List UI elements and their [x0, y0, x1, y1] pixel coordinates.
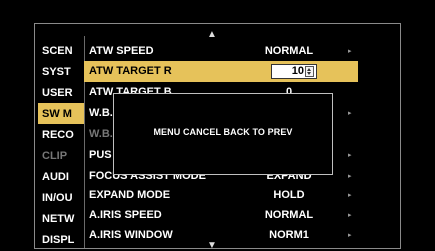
menu-item-a-iris-window-value: NORM1 — [269, 229, 309, 241]
category-system[interactable]: SYST — [42, 62, 84, 83]
menu-item-expand-mode[interactable]: EXPAND MODE — [89, 185, 170, 206]
submenu-arrow-icon: ▸ — [348, 192, 352, 199]
submenu-arrow-icon: ▸ — [348, 173, 352, 180]
scroll-down-arrow-icon[interactable]: ▼ — [206, 241, 218, 251]
submenu-arrow-icon: ▸ — [348, 232, 352, 239]
menu-item-wb[interactable]: W.B. — [89, 103, 113, 124]
menu-item-atw-speed[interactable]: ATW SPEED — [89, 41, 154, 62]
submenu-arrow-icon: ▸ — [348, 152, 352, 159]
value-edit-number: 10 — [291, 65, 304, 77]
menu-item-a-iris-window[interactable]: A.IRIS WINDOW — [89, 225, 173, 246]
category-clip[interactable]: CLIP — [42, 146, 84, 167]
menu-item-a-iris-speed-value: NORMAL — [264, 209, 314, 221]
submenu-arrow-icon: ▸ — [348, 212, 352, 219]
submenu-arrow-icon: ▸ — [348, 48, 352, 55]
up-down-spinner-icon[interactable] — [305, 66, 314, 77]
submenu-arrow-icon: ▸ — [348, 110, 352, 117]
category-network[interactable]: NETW — [42, 209, 84, 230]
scroll-up-arrow-icon[interactable]: ▲ — [206, 30, 218, 40]
menu-item-atw-target-r[interactable]: ATW TARGET R — [89, 61, 172, 82]
menu-item-wb-2[interactable]: W.B. — [89, 124, 113, 145]
category-recording[interactable]: RECO — [42, 125, 84, 146]
category-audio[interactable]: AUDI — [42, 167, 84, 188]
category-display[interactable]: DISPL — [42, 230, 84, 248]
category-in-out[interactable]: IN/OU — [42, 188, 84, 209]
menu-item-push[interactable]: PUS — [89, 145, 112, 166]
menu-item-a-iris-speed[interactable]: A.IRIS SPEED — [89, 205, 162, 226]
category-list: SCEN SYST USER SW M RECO CLIP AUDI IN/OU… — [42, 38, 84, 248]
dialog-message: MENU CANCEL BACK TO PREV — [153, 127, 293, 137]
value-edit-box[interactable]: 10 — [271, 64, 317, 79]
cancel-dialog[interactable]: MENU CANCEL BACK TO PREV — [113, 93, 333, 175]
menu-item-atw-speed-value: NORMAL — [264, 45, 314, 57]
category-scene[interactable]: SCEN — [42, 41, 84, 62]
menu-item-expand-mode-value: HOLD — [273, 189, 305, 201]
category-user[interactable]: USER — [42, 83, 84, 104]
category-sw-mode[interactable]: SW M — [42, 104, 84, 125]
